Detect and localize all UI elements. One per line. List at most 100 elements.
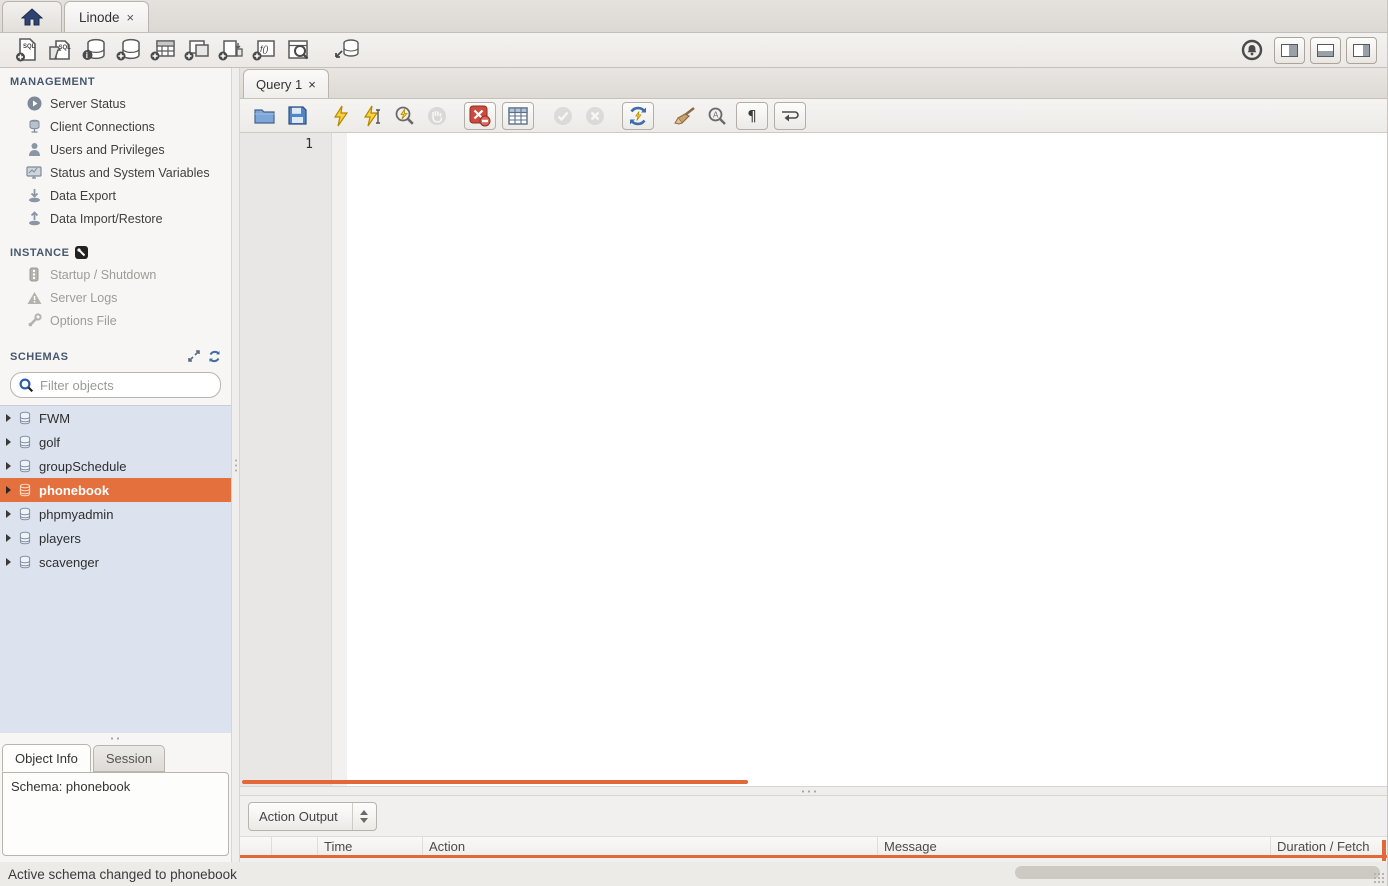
notifier-icon[interactable] [1235, 36, 1269, 64]
close-icon[interactable]: × [127, 10, 135, 25]
sidebar-item-options-file[interactable]: Options File [0, 309, 231, 332]
limit-rows-button[interactable] [502, 102, 534, 130]
inspect-database-button[interactable]: i [78, 36, 112, 64]
line-number: 1 [305, 137, 313, 152]
expander-icon[interactable] [6, 534, 11, 542]
object-info-panel: Schema: phonebook [2, 772, 229, 856]
code-area[interactable] [347, 133, 1387, 786]
resize-grip[interactable] [1373, 872, 1385, 884]
execute-current-button[interactable] [358, 103, 388, 129]
sidebar-item-client-connections[interactable]: Client Connections [0, 115, 231, 138]
expander-icon[interactable] [6, 438, 11, 446]
connection-tab-bar: Linode × [0, 0, 1387, 33]
output-panel: Action Output Time Action Message Durati… [240, 796, 1387, 862]
query-tab[interactable]: Query 1 × [243, 69, 329, 98]
close-icon[interactable]: × [308, 77, 316, 92]
explain-button[interactable] [390, 103, 420, 129]
create-function-button[interactable]: f() [248, 36, 282, 64]
wrench-icon [26, 313, 42, 329]
expander-icon[interactable] [6, 486, 11, 494]
svg-text:f(): f() [260, 44, 269, 54]
schema-item-phonebook[interactable]: phonebook [0, 478, 231, 502]
select-spinner-icon [352, 803, 368, 830]
save-button[interactable] [282, 103, 312, 129]
sidebar-item-users-privileges[interactable]: Users and Privileges [0, 138, 231, 161]
schema-icon [18, 507, 32, 521]
sidebar-item-status-system-variables[interactable]: Status and System Variables [0, 161, 231, 184]
create-table-button[interactable] [146, 36, 180, 64]
show-invisibles-button[interactable]: ¶ [736, 102, 768, 130]
sql-editor-toolbar: A ¶ [240, 99, 1387, 133]
sidebar-item-server-status[interactable]: Server Status [0, 92, 231, 115]
wrap-text-button[interactable] [774, 102, 806, 130]
expander-icon[interactable] [6, 462, 11, 470]
status-bar: Active schema changed to phonebook [0, 862, 1387, 886]
commit-button[interactable] [548, 103, 578, 129]
editor-horizontal-scrollbar[interactable] [242, 780, 748, 784]
search-data-button[interactable] [282, 36, 316, 64]
object-info-text: Schema: phonebook [11, 779, 130, 794]
sidebar-item-server-logs[interactable]: Server Logs [0, 286, 231, 309]
navigator-sidebar: MANAGEMENT Server Status Client Connecti… [0, 68, 231, 862]
rollback-button[interactable] [580, 103, 610, 129]
schema-item-scavenger[interactable]: scavenger [0, 550, 231, 574]
find-button[interactable]: A [702, 103, 732, 129]
expander-icon[interactable] [6, 510, 11, 518]
clean-button[interactable] [670, 103, 700, 129]
column-time[interactable]: Time [318, 837, 423, 855]
sidebar-item-data-import[interactable]: Data Import/Restore [0, 207, 231, 230]
column-index[interactable] [272, 837, 318, 855]
schema-icon [18, 459, 32, 473]
schema-item-players[interactable]: players [0, 526, 231, 550]
open-file-button[interactable] [250, 103, 280, 129]
main-splitter[interactable] [231, 68, 240, 862]
tab-session[interactable]: Session [93, 745, 165, 772]
sidebar-item-data-export[interactable]: Data Export [0, 184, 231, 207]
schema-item-golf[interactable]: golf [0, 430, 231, 454]
schema-filter-input[interactable] [40, 378, 216, 393]
import-up-icon [26, 211, 42, 227]
toggle-right-sidebar-button[interactable] [1346, 37, 1377, 64]
reconnect-dbms-button[interactable] [330, 36, 364, 64]
toggle-left-sidebar-button[interactable] [1274, 37, 1305, 64]
wrench-badge-icon [75, 246, 88, 259]
create-procedure-button[interactable] [214, 36, 248, 64]
refresh-icon[interactable] [208, 350, 221, 363]
output-type-value: Action Output [259, 809, 338, 824]
column-action[interactable]: Action [423, 837, 878, 855]
connection-tab-label: Linode [79, 10, 120, 25]
create-view-button[interactable] [180, 36, 214, 64]
output-splitter[interactable] [240, 786, 1387, 796]
sidebar-splitter[interactable] [0, 733, 231, 744]
main-toolbar: SQL SQL i f() [0, 33, 1387, 68]
output-type-select[interactable]: Action Output [248, 802, 377, 831]
sql-editor[interactable]: 1 [240, 133, 1387, 786]
expand-icon[interactable] [188, 350, 200, 363]
stop-button[interactable] [422, 103, 452, 129]
home-tab[interactable] [2, 1, 62, 32]
schema-item-groupschedule[interactable]: groupSchedule [0, 454, 231, 478]
schema-item-fwm[interactable]: FWM [0, 406, 231, 430]
status-message: Active schema changed to phonebook [8, 867, 237, 882]
create-schema-button[interactable] [112, 36, 146, 64]
search-icon [19, 378, 34, 393]
output-vertical-scrollbar[interactable] [1382, 840, 1386, 861]
sidebar-item-startup-shutdown[interactable]: Startup / Shutdown [0, 263, 231, 286]
connection-tab-linode[interactable]: Linode × [64, 1, 149, 32]
left-sidebar-icon [1281, 44, 1298, 57]
tab-object-info[interactable]: Object Info [2, 744, 91, 772]
autocommit-icon [627, 105, 649, 127]
toggle-stop-on-error-button[interactable] [464, 102, 496, 130]
expander-icon[interactable] [6, 414, 11, 422]
expander-icon[interactable] [6, 558, 11, 566]
open-sql-script-button[interactable]: SQL [44, 36, 78, 64]
column-message[interactable]: Message [878, 837, 1271, 855]
schema-item-phpmyadmin[interactable]: phpmyadmin [0, 502, 231, 526]
column-duration-fetch[interactable]: Duration / Fetch [1271, 837, 1387, 855]
toggle-bottom-panel-button[interactable] [1310, 37, 1341, 64]
new-sql-tab-button[interactable]: SQL [10, 36, 44, 64]
column-icon[interactable] [240, 837, 272, 855]
execute-button[interactable] [326, 103, 356, 129]
toggle-autocommit-button[interactable] [622, 102, 654, 130]
output-horizontal-scrollbar[interactable] [1015, 866, 1380, 879]
